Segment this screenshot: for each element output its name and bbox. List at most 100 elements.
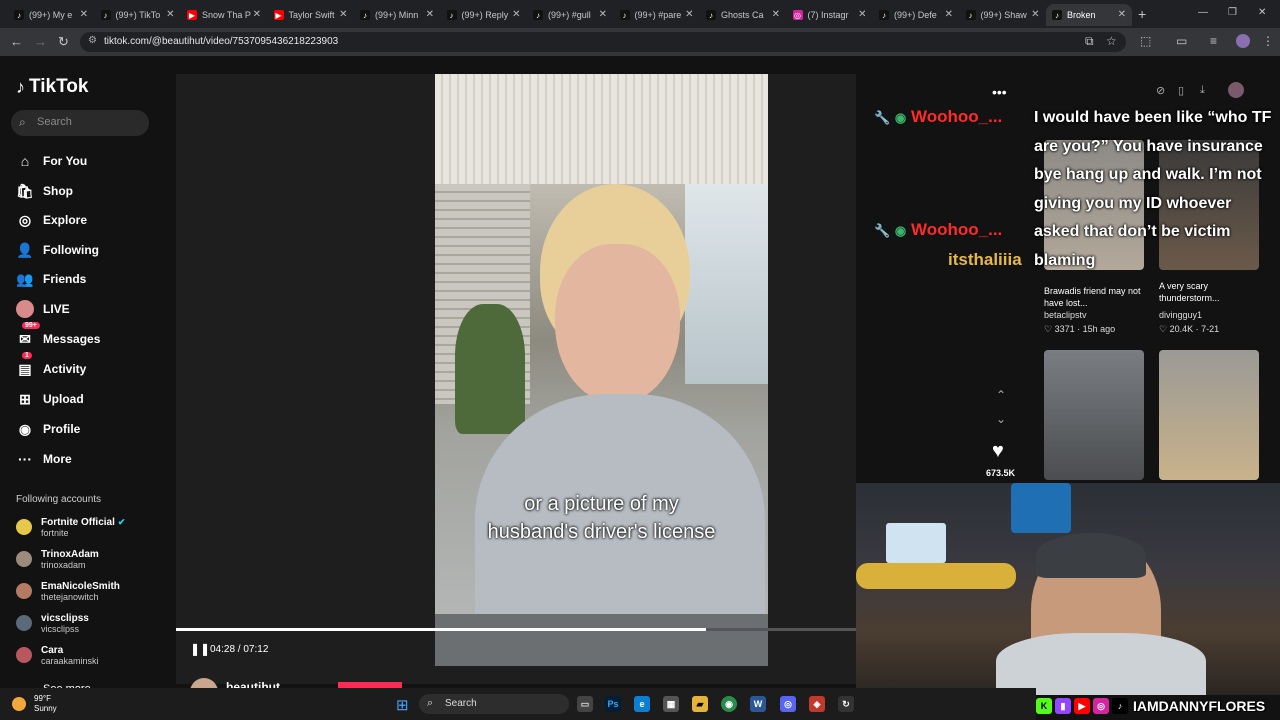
word-icon[interactable]: W	[750, 696, 766, 712]
address-bar[interactable]: ⚙ tiktok.com/@beautihut/video/7537095436…	[80, 32, 1126, 52]
previous-video-icon[interactable]: ⌃	[996, 388, 1006, 402]
browser-tab[interactable]: ♪ (99+) TikTo ✕	[95, 4, 181, 26]
tiktok-logo[interactable]: ♪ TikTok	[16, 76, 88, 98]
chat-badge-icon: ◉	[894, 223, 907, 238]
browser-tab[interactable]: ♪ (99+) Reply ✕	[441, 4, 527, 26]
following-account[interactable]: EmaNicoleSmith thetejanowitch	[16, 578, 120, 604]
sidepanel-icon[interactable]: ▭	[1176, 34, 1187, 48]
close-tab-icon[interactable]: ✕	[858, 9, 866, 20]
following-account[interactable]: Cara caraakaminski	[16, 642, 99, 668]
close-tab-icon[interactable]: ✕	[772, 9, 780, 20]
suggestion-user-1[interactable]: betaclipstv	[1044, 310, 1087, 320]
following-account[interactable]: TrinoxAdam trinoxadam	[16, 546, 99, 572]
browser-menu-icon[interactable]: ⋮	[1262, 34, 1274, 48]
close-tab-icon[interactable]: ✕	[685, 9, 693, 20]
close-tab-icon[interactable]: ✕	[426, 9, 434, 20]
browser-tab[interactable]: ♪ (99+) Shaw ✕	[960, 4, 1046, 26]
face	[555, 244, 680, 404]
sidebar-item-upload[interactable]: ⊞ Upload	[16, 388, 84, 410]
install-icon[interactable]: ⧉	[1085, 34, 1094, 49]
browser-tab[interactable]: ♪ (99+) #gull ✕	[527, 4, 613, 26]
download-icon[interactable]: ⤓	[1200, 84, 1205, 97]
browser-tab[interactable]: ♪ Broken ✕	[1046, 4, 1132, 26]
sidebar-item-activity[interactable]: ▤ 1 Activity	[16, 352, 86, 380]
browser-tab[interactable]: ◎ (7) Instagr ✕	[787, 4, 873, 26]
app-icon[interactable]: ↻	[838, 696, 854, 712]
profile-avatar-icon[interactable]	[1236, 34, 1250, 48]
edge-icon[interactable]: e	[634, 696, 650, 712]
sidebar-item-more[interactable]: ··· More	[16, 448, 72, 470]
minimize-icon[interactable]: —	[1198, 7, 1208, 18]
account-username: trinoxadam	[41, 559, 86, 570]
bookmark-star-icon[interactable]: ☆	[1106, 34, 1117, 48]
photoshop-icon[interactable]: Ps	[605, 696, 621, 712]
close-tab-icon[interactable]: ✕	[166, 9, 174, 20]
file-explorer-icon[interactable]: ▰	[692, 696, 708, 712]
sidebar-item-following[interactable]: 👤 Following	[16, 239, 99, 261]
tiktok-icon: ♪	[533, 10, 543, 20]
browser-tab[interactable]: ♪ (99+) Defe ✕	[873, 4, 959, 26]
tab-label: Snow Tha P	[202, 10, 251, 20]
device-icon[interactable]: ▯	[1178, 84, 1184, 97]
close-tab-icon[interactable]: ✕	[512, 9, 520, 20]
sidebar-item-for-you[interactable]: ⌂ For You	[16, 150, 87, 172]
browser-tab[interactable]: ▶ Taylor Swift ✕	[268, 4, 354, 26]
following-account[interactable]: Fortnite Official ✔ fortnite	[16, 514, 125, 540]
browser-tab[interactable]: ♪ (99+) #pare ✕	[614, 4, 700, 26]
like-icon[interactable]: ♥	[992, 440, 1004, 463]
sidebar-item-explore[interactable]: ◎ Explore	[16, 209, 87, 231]
suggestion-user-2[interactable]: divingguy1	[1159, 310, 1202, 320]
close-window-icon[interactable]: ✕	[1258, 7, 1266, 18]
browser-tab[interactable]: ♪ (99+) Minn ✕	[354, 4, 440, 26]
tiktok-icon: ♪	[446, 10, 457, 20]
suggestion-thumb-3[interactable]	[1044, 350, 1144, 480]
pause-icon[interactable]: ❚❚	[190, 642, 210, 656]
media-icon[interactable]: ≡	[1210, 34, 1217, 48]
chrome-icon[interactable]: ◉	[721, 696, 737, 712]
browser-tab[interactable]: ♪ Ghosts Ca ✕	[700, 4, 786, 26]
suggestion-thumb-4[interactable]	[1159, 350, 1259, 480]
sidebar-item-shop[interactable]: 🛍 Shop	[16, 180, 73, 202]
close-tab-icon[interactable]: ✕	[339, 9, 347, 20]
search-input[interactable]: ⌕ Search	[11, 110, 149, 136]
close-tab-icon[interactable]: ✕	[945, 9, 953, 20]
weather-temp: 99°F	[34, 694, 51, 703]
user-avatar[interactable]	[1228, 82, 1244, 98]
close-tab-icon[interactable]: ✕	[599, 9, 607, 20]
discord-icon[interactable]: ◎	[780, 696, 796, 712]
maximize-icon[interactable]: ❐	[1228, 7, 1237, 18]
site-info-icon[interactable]: ⚙	[88, 35, 97, 46]
taskbar-search[interactable]: ⌕ Search	[419, 694, 569, 714]
suggestion-caption-2[interactable]: A very scary thunderstorm...	[1159, 280, 1259, 304]
sidebar-item-live[interactable]: LIVE	[16, 298, 70, 320]
sidebar-item-friends[interactable]: 👥 Friends	[16, 268, 86, 290]
app-icon[interactable]: ◈	[809, 696, 825, 712]
progress-bar[interactable]	[176, 628, 856, 631]
task-view-icon[interactable]: ▭	[577, 696, 593, 712]
more-options-icon[interactable]: •••	[992, 84, 1007, 100]
close-tab-icon[interactable]: ✕	[253, 9, 261, 20]
browser-tab[interactable]: ▶ Snow Tha P ✕	[181, 4, 267, 26]
close-tab-icon[interactable]: ✕	[80, 9, 88, 20]
compass-icon[interactable]: ⊘	[1156, 84, 1165, 97]
suggestion-caption-1[interactable]: Brawadis friend may not have lost...	[1044, 285, 1144, 309]
back-icon[interactable]: ←	[10, 34, 23, 49]
weather-widget[interactable]: 99°F Sunny	[12, 694, 57, 714]
search-icon: ⌕	[427, 697, 434, 709]
extensions-icon[interactable]: ⬚	[1140, 34, 1151, 48]
sidebar-item-messages[interactable]: ✉ 99+ Messages	[16, 322, 100, 350]
following-account[interactable]: vicsclipss vicsclipss	[16, 610, 89, 636]
browser-tab[interactable]: ♪ (99+) My e ✕	[8, 4, 94, 26]
close-tab-icon[interactable]: ✕	[1031, 9, 1039, 20]
sidebar-item-profile[interactable]: ◉ Profile	[16, 418, 80, 440]
new-tab-icon[interactable]: +	[1138, 6, 1146, 22]
store-icon[interactable]: ▦	[663, 696, 679, 712]
reload-icon[interactable]: ↻	[58, 34, 69, 50]
tab-label: Ghosts Ca	[721, 10, 764, 20]
video-frame[interactable]	[435, 74, 768, 666]
close-tab-icon[interactable]: ✕	[1118, 9, 1126, 20]
chat-message-2: 🔧 ◉ Woohoo_...	[874, 220, 1002, 240]
forward-icon[interactable]: →	[34, 34, 47, 49]
next-video-icon[interactable]: ⌄	[996, 412, 1006, 426]
windows-start-icon[interactable]: ⊞	[396, 696, 409, 714]
